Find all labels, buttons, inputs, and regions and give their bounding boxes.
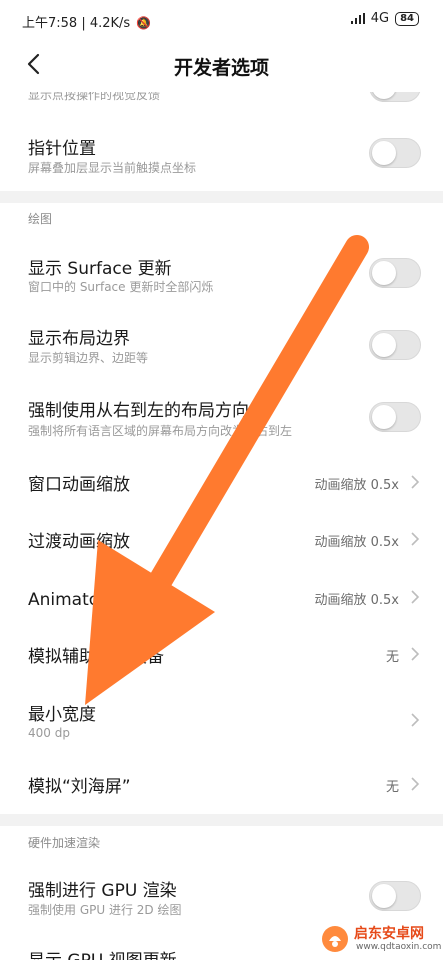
watermark-name: 启东安卓网 [354, 926, 424, 942]
toggle-switch[interactable] [369, 138, 421, 168]
section-divider [0, 191, 443, 203]
signal-icon [350, 13, 365, 24]
row-subtitle: 显示剪辑边界、边距等 [28, 351, 149, 365]
row-value: 动画缩放 0.5x [314, 535, 399, 550]
row-title: 最小宽度 [28, 705, 96, 725]
row-title: Animator 时长缩放 [28, 590, 180, 610]
row-value: 无 [385, 780, 399, 795]
setting-simulate-notch[interactable]: 模拟“刘海屏” 无 [0, 757, 443, 813]
toggle-switch[interactable] [369, 258, 421, 288]
network-type: 4G [370, 11, 390, 26]
row-subtitle: 400 dp [28, 726, 70, 740]
toggle-switch[interactable] [369, 330, 421, 360]
watermark-url: www.qdtaoxin.com [356, 942, 442, 952]
row-title: 窗口动画缩放 [28, 475, 130, 495]
chevron-right-icon [411, 647, 420, 661]
status-time-speed: 上午7:58 | 4.2K/s [22, 16, 131, 31]
chevron-right-icon [411, 475, 420, 489]
setting-surface-updates[interactable]: 显示 Surface 更新 窗口中的 Surface 更新时全部闪烁 [0, 238, 443, 302]
chevron-right-icon [411, 590, 420, 604]
toggle-switch[interactable] [369, 881, 421, 911]
row-title: 显示布局边界 [28, 329, 130, 349]
toggle-switch[interactable] [369, 92, 421, 102]
row-value: 动画缩放 0.5x [314, 593, 399, 608]
row-title: 指针位置 [28, 139, 96, 159]
chevron-right-icon [411, 777, 420, 791]
row-subtitle: 强制使用 GPU 进行 2D 绘图 [28, 903, 182, 917]
setting-simulate-secondary-display[interactable]: 模拟辅助显示设备 无 [0, 627, 443, 683]
section-header-drawing: 绘图 [28, 212, 53, 226]
row-value: 动画缩放 0.5x [314, 478, 399, 493]
chevron-right-icon [411, 532, 420, 546]
row-title: 模拟“刘海屏” [28, 777, 131, 797]
partial-row-show-taps[interactable]: 显示点按操作的视觉反馈 [0, 92, 443, 110]
row-title: 过渡动画缩放 [28, 532, 130, 552]
row-title: 显示 Surface 更新 [28, 259, 172, 279]
section-header-hw-accel: 硬件加速渲染 [28, 836, 101, 850]
setting-window-animation-scale[interactable]: 窗口动画缩放 动画缩放 0.5x [0, 455, 443, 511]
row-title: 强制使用从右到左的布局方向 [28, 401, 249, 421]
setting-force-rtl[interactable]: 强制使用从右到左的布局方向 强制将所有语言区域的屏幕布局方向改为从右到左 [0, 382, 443, 448]
status-bar: 上午7:58 | 4.2K/s 🔕 4G 84 [0, 0, 443, 40]
row-subtitle: 窗口中的 Surface 更新时全部闪烁 [28, 280, 214, 294]
row-value: 无 [385, 650, 399, 665]
row-subtitle: 显示点按操作的视觉反馈 [28, 92, 161, 102]
watermark-logo-icon [322, 926, 348, 952]
toggle-switch[interactable] [369, 402, 421, 432]
row-subtitle: 屏幕叠加层显示当前触摸点坐标 [28, 161, 197, 175]
app-header: 开发者选项 [0, 40, 443, 92]
setting-animator-duration-scale[interactable]: Animator 时长缩放 动画缩放 0.5x [0, 570, 443, 626]
page-title: 开发者选项 [173, 57, 269, 79]
battery-icon: 84 [395, 11, 419, 26]
setting-transition-animation-scale[interactable]: 过渡动画缩放 动画缩放 0.5x [0, 512, 443, 568]
setting-force-gpu-rendering[interactable]: 强制进行 GPU 渲染 强制使用 GPU 进行 2D 绘图 [0, 862, 443, 928]
silent-mode-icon: 🔕 [136, 16, 152, 30]
row-title: 强制进行 GPU 渲染 [28, 881, 177, 901]
row-title: 模拟辅助显示设备 [28, 647, 164, 667]
row-subtitle: 强制将所有语言区域的屏幕布局方向改为从右到左 [28, 424, 293, 438]
site-watermark: 启东安卓网 www.qdtaoxin.com [318, 920, 442, 958]
chevron-right-icon [411, 713, 420, 727]
setting-smallest-width[interactable]: 最小宽度 400 dp [0, 685, 443, 755]
setting-layout-bounds[interactable]: 显示布局边界 显示剪辑边界、边距等 [0, 310, 443, 374]
section-divider [0, 814, 443, 826]
setting-pointer-location[interactable]: 指针位置 屏幕叠加层显示当前触摸点坐标 [0, 118, 443, 188]
row-title: 显示 GPU 视图更新 [28, 946, 177, 960]
